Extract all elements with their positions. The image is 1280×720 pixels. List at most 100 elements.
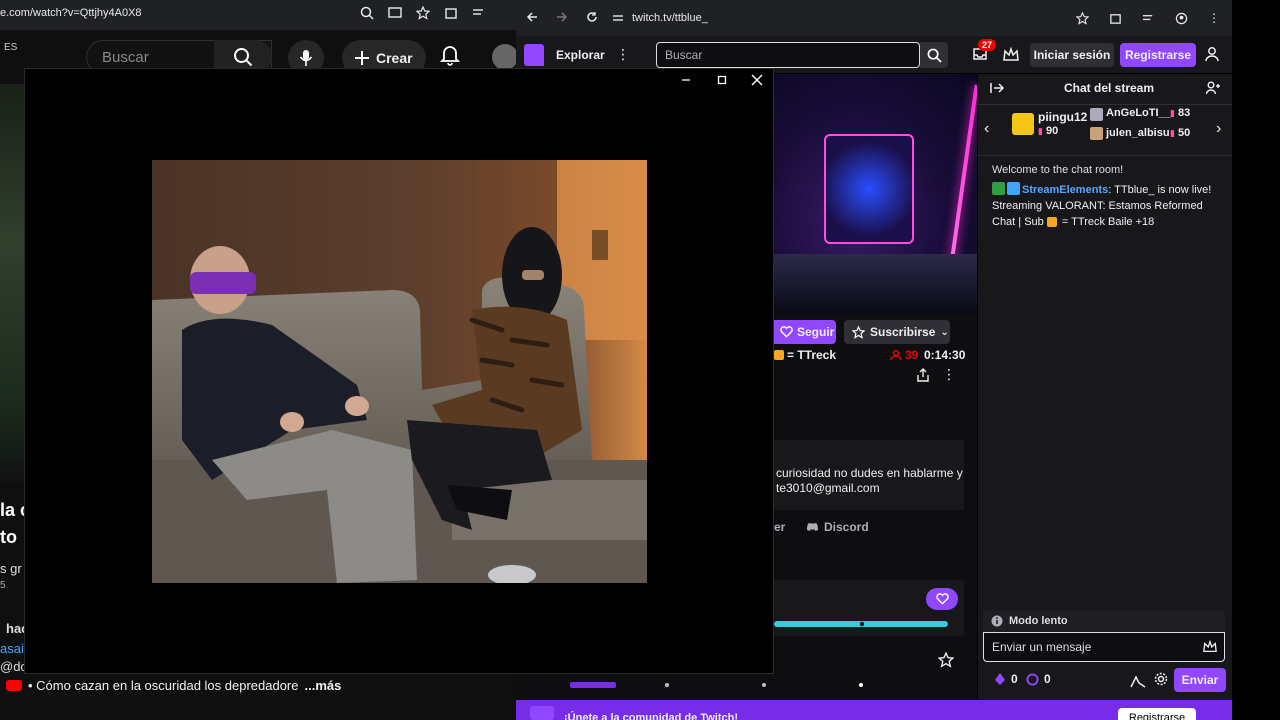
carousel-dot[interactable] <box>859 683 863 687</box>
login-button[interactable]: Iniciar sesión <box>1030 43 1114 67</box>
leaderboard-prev-icon[interactable]: ‹ <box>984 120 989 138</box>
cast-icon[interactable] <box>388 6 402 20</box>
back-arrow-icon[interactable] <box>526 11 538 23</box>
link-fragment[interactable]: asai <box>0 641 24 656</box>
menu-kebab-icon[interactable]: ⋮ <box>1208 11 1220 25</box>
channel-points-count: 0 <box>1044 672 1051 686</box>
bits-icon <box>995 673 1005 685</box>
stream-title-fragment: = TTreck <box>774 348 836 362</box>
description-text: • Cómo cazan en la oscuridad los depreda… <box>28 678 299 693</box>
stream-title-text: = TTreck <box>787 348 837 362</box>
carousel-indicators <box>570 681 940 689</box>
stream-scene-crowd <box>774 254 978 314</box>
gift-icon: ▮ <box>1170 127 1175 138</box>
site-settings-icon[interactable] <box>612 12 624 24</box>
address-bar[interactable]: twitch.tv/ttblue_ <box>632 12 708 24</box>
social-link[interactable]: er <box>774 520 785 534</box>
language-label: ES <box>4 42 18 53</box>
nav-buttons <box>526 11 598 23</box>
chat-welcome-message: Welcome to the chat room! <box>992 164 1124 176</box>
youtube-search-placeholder: Buscar <box>102 49 149 66</box>
gift-leader-icon <box>1012 113 1034 135</box>
chat-message-input[interactable]: Enviar un mensaje <box>983 632 1225 662</box>
close-icon[interactable] <box>750 73 764 87</box>
search-icon <box>927 48 942 63</box>
about-text-line: curiosidad no dudes en hablarme y <box>776 466 963 480</box>
community-icon[interactable] <box>1206 81 1221 95</box>
bookmark-star-icon[interactable] <box>416 6 430 20</box>
channel-points-balance[interactable]: 0 <box>1026 672 1051 686</box>
chat-message-text: = TTreck Baile +18 <box>1058 216 1155 228</box>
avatar[interactable] <box>492 44 518 70</box>
leader-name[interactable]: AnGeLoTI__ <box>1106 107 1171 119</box>
carousel-dot[interactable] <box>665 683 669 687</box>
stream-uptime: 0:14:30 <box>924 348 966 362</box>
discord-link[interactable]: Discord <box>806 520 869 534</box>
plus-icon <box>355 51 369 65</box>
banner-signup-button[interactable]: Registrarse <box>1118 708 1196 720</box>
goal-progress-marker <box>860 622 864 626</box>
star-icon <box>852 325 865 339</box>
send-message-button[interactable]: Enviar <box>1174 668 1226 692</box>
twitch-logo-icon[interactable] <box>524 44 544 66</box>
youtube-logo-icon <box>6 680 22 691</box>
explore-link[interactable]: Explorar <box>556 48 605 62</box>
carousel-dot[interactable] <box>762 683 766 687</box>
forward-arrow-icon[interactable] <box>556 11 568 23</box>
leaderboard-next-icon[interactable]: › <box>1216 120 1221 138</box>
notifications-bell-icon[interactable] <box>440 44 460 66</box>
show-more-link[interactable]: ...más <box>305 678 342 693</box>
share-icon[interactable] <box>916 368 930 382</box>
extensions-icon[interactable] <box>444 6 458 20</box>
meta-fragment: 5 <box>0 580 6 591</box>
chat-message-author[interactable]: StreamElements <box>1022 184 1108 196</box>
media-icon[interactable] <box>1142 12 1155 25</box>
emote-mode-icon[interactable] <box>1130 674 1146 688</box>
pip-video-frame[interactable] <box>152 160 647 583</box>
leader-avatar <box>1090 108 1103 121</box>
subscribe-button[interactable]: Suscribirse ⌄ <box>844 320 950 344</box>
prime-crown-icon[interactable] <box>1002 47 1020 63</box>
leader-name[interactable]: julen_albisu <box>1106 127 1170 139</box>
minimize-icon[interactable] <box>680 74 692 86</box>
emote-picker-icon[interactable] <box>1202 640 1218 654</box>
info-icon <box>991 615 1003 627</box>
video-thumbnail[interactable] <box>0 84 24 484</box>
discord-icon <box>807 523 818 531</box>
search-icon <box>234 48 253 67</box>
user-menu-icon[interactable] <box>1204 46 1220 62</box>
viewer-count: 39 <box>890 348 918 362</box>
chat-settings-gear-icon[interactable] <box>1154 672 1168 686</box>
profile-icon[interactable] <box>1175 12 1188 25</box>
address-bar[interactable]: e.com/watch?v=Qttjhy4A0X8 <box>0 7 142 19</box>
gift-icon <box>774 350 784 360</box>
collapse-chat-icon[interactable] <box>990 82 1004 94</box>
twitch-search-button[interactable] <box>920 42 948 68</box>
carousel-active-indicator[interactable] <box>570 682 616 688</box>
signup-button[interactable]: Registrarse <box>1120 43 1196 67</box>
media-icon[interactable] <box>472 6 486 20</box>
more-kebab-icon[interactable]: ⋮ <box>616 46 630 63</box>
follow-button[interactable]: Seguir <box>774 320 836 344</box>
twitch-search-input[interactable]: Buscar <box>656 42 920 68</box>
leader-points-value: 50 <box>1177 127 1191 139</box>
extensions-icon[interactable] <box>1109 12 1122 25</box>
star-icon[interactable] <box>938 652 954 668</box>
maximize-icon[interactable] <box>716 74 728 86</box>
bookmark-star-icon[interactable] <box>1076 11 1089 25</box>
zoom-icon[interactable] <box>360 6 374 20</box>
bits-balance[interactable]: 0 <box>994 672 1018 686</box>
leader-points: ▮ 50 <box>1170 127 1190 139</box>
heart-button[interactable] <box>926 588 958 610</box>
slow-mode-banner: Modo lento <box>983 610 1225 632</box>
more-options-icon[interactable]: ⋮ <box>942 366 956 383</box>
reload-icon[interactable] <box>586 11 598 23</box>
bot-badge-icon <box>1007 182 1020 195</box>
gift-icon: ▮ <box>1170 107 1175 118</box>
video-title-fragment[interactable]: to <box>0 527 17 548</box>
banner-text: ¡Únete a la comunidad de Twitch! <box>564 712 738 720</box>
leader-points: ▮ 83 <box>1170 107 1190 119</box>
leader-points-value: 90 <box>1045 125 1059 137</box>
stream-video[interactable] <box>774 74 978 314</box>
leader-name[interactable]: piingu12 <box>1038 110 1087 124</box>
